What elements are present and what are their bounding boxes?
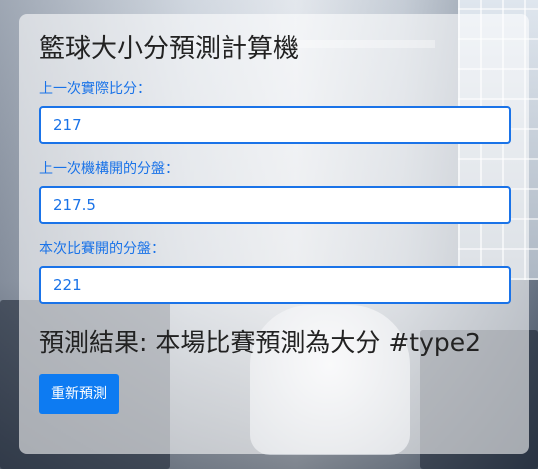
current-line-label: 本次比賽開的分盤： <box>39 241 165 257</box>
reset-prediction-button[interactable]: 重新預測 <box>39 374 119 414</box>
calculator-card: 籃球大小分預測計算機 上一次實際比分： 上一次機構開的分盤： 本次比賽開的分盤：… <box>19 14 529 454</box>
last-line-input[interactable] <box>39 186 511 224</box>
last-line-label: 上一次機構開的分盤： <box>39 161 179 177</box>
prediction-result: 預測結果: 本場比賽預測為大分 #type2 <box>39 328 482 357</box>
current-line-input[interactable] <box>39 266 511 304</box>
last-actual-score-label: 上一次實際比分： <box>39 81 151 97</box>
page-title: 籃球大小分預測計算機 <box>39 34 300 64</box>
last-actual-score-input[interactable] <box>39 106 511 144</box>
